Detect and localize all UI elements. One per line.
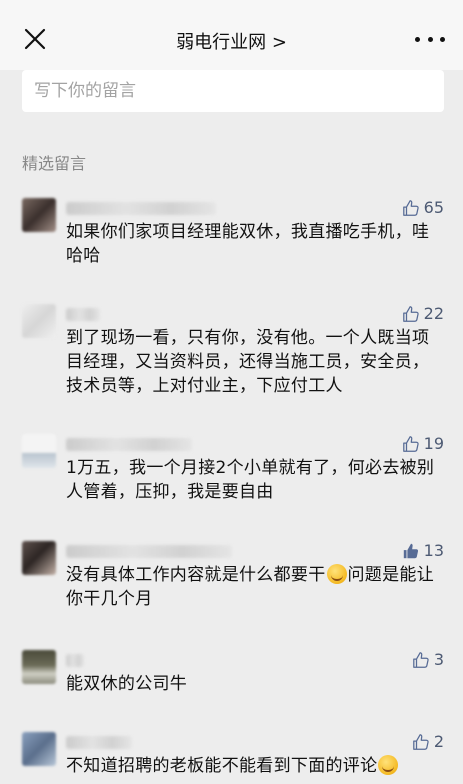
like-count: 65 [423, 198, 444, 217]
comment-text: 如果你们家项目经理能双休，我直播吃手机，哇哈哈 [66, 222, 430, 266]
nickname-blurred [66, 654, 84, 667]
like-button[interactable]: 3 [412, 650, 444, 669]
avatar[interactable] [22, 650, 56, 684]
comment-text: 1万五，我一个月接2个小单就有了，何必去被别人管着，压抑，我是要自由 [66, 458, 435, 502]
comment-input-box[interactable] [22, 70, 444, 112]
like-button[interactable]: 65 [402, 198, 444, 217]
avatar[interactable] [22, 541, 56, 575]
avatar[interactable] [22, 198, 56, 232]
nickname-blurred [66, 202, 216, 215]
avatar[interactable] [22, 304, 56, 338]
avatar[interactable] [22, 434, 56, 468]
like-count: 3 [433, 650, 444, 669]
like-count: 13 [423, 541, 444, 560]
account-title-link[interactable]: 弱电行业网 > [0, 28, 463, 54]
comment-text: 没有具体工作内容就是什么都要干 问题是能让你干几个月 [66, 563, 442, 611]
top-navbar: 弱电行业网 > [0, 0, 463, 70]
nickname-blurred [66, 438, 192, 451]
thumbs-up-icon [412, 651, 429, 668]
comment-item: 13 没有具体工作内容就是什么都要干 问题是能让你干几个月 [22, 541, 452, 613]
comment-item: 22 到了现场一看，只有你，没有他。一个人既当项目经理，又当资料员，还得当施工员… [22, 304, 452, 404]
facepalm-emoji-icon [326, 564, 347, 584]
more-options-icon[interactable] [415, 26, 445, 52]
like-count: 2 [433, 732, 444, 751]
thumbs-up-icon [402, 435, 419, 452]
like-count: 22 [423, 304, 444, 323]
like-button[interactable]: 22 [402, 304, 444, 323]
comment-text-part: 没有具体工作内容就是什么都要干 [66, 565, 326, 585]
like-button[interactable]: 19 [402, 434, 444, 453]
nickname-blurred [66, 308, 100, 321]
comment-text-part: 不知道招聘的老板能不能看到下面的评论 [66, 756, 378, 776]
comment-item: 65 如果你们家项目经理能双休，我直播吃手机，哇哈哈 [22, 198, 452, 268]
thumbs-up-icon [402, 305, 419, 322]
featured-comments-heading: 精选留言 [22, 154, 87, 173]
comment-item: 19 1万五，我一个月接2个小单就有了，何必去被别人管着，压抑，我是要自由 [22, 434, 452, 506]
comment-input[interactable] [22, 70, 426, 112]
facepalm-emoji-icon [378, 755, 399, 775]
comment-text: 能双休的公司牛 [66, 674, 188, 694]
thumbs-up-filled-icon [403, 543, 418, 558]
nickname-blurred [66, 545, 232, 558]
comment-text: 不知道招聘的老板能不能看到下面的评论 [66, 754, 442, 778]
comment-item: 2 不知道招聘的老板能不能看到下面的评论 [22, 732, 452, 784]
nickname-blurred [66, 736, 132, 749]
thumbs-up-icon [402, 199, 419, 216]
comment-item: 3 能双休的公司牛 [22, 650, 452, 700]
like-count: 19 [423, 434, 444, 453]
thumbs-up-icon [412, 733, 429, 750]
like-button[interactable]: 13 [402, 541, 444, 560]
like-button[interactable]: 2 [412, 732, 444, 751]
comment-text: 到了现场一看，只有你，没有他。一个人既当项目经理，又当资料员，还得当施工员，安全… [66, 328, 430, 396]
avatar[interactable] [22, 732, 56, 766]
